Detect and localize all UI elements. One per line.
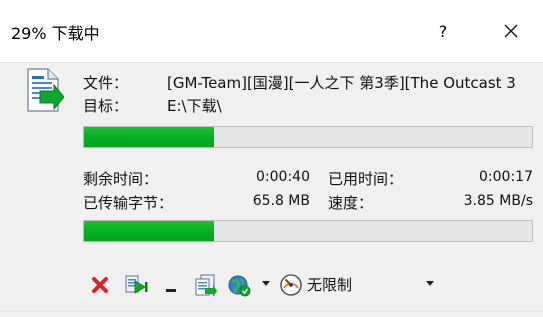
file-progress-bar — [83, 126, 533, 148]
transferred-value: 65.8 MB — [252, 193, 310, 209]
remaining-time-value: 0:00:40 — [256, 169, 310, 185]
speed-value: 3.85 MB/s — [463, 193, 533, 209]
speedometer-icon — [280, 274, 302, 296]
title-bar: 29% 下载中 ? — [0, 0, 543, 62]
overall-progress-fill — [84, 221, 214, 241]
browser-dropdown-arrow[interactable] — [262, 281, 270, 286]
help-button[interactable]: ? — [426, 14, 460, 48]
transferred-label: 已传输字节： — [83, 194, 174, 212]
cancel-button[interactable] — [88, 271, 112, 299]
cancel-icon — [92, 277, 108, 293]
speed-limit-dropdown-arrow[interactable] — [426, 281, 434, 286]
speed-limit-button[interactable] — [278, 271, 304, 299]
elapsed-time-label: 已用时间： — [328, 170, 404, 188]
speed-limit-label[interactable]: 无限制 — [307, 274, 352, 295]
browser-icon — [228, 275, 251, 297]
bottom-divider — [0, 311, 543, 312]
file-progress-fill — [84, 127, 214, 147]
remaining-time-label: 剩余时间： — [83, 170, 159, 188]
minimize-icon — [166, 289, 176, 292]
minimize-button[interactable] — [160, 271, 182, 299]
play-icon — [125, 275, 148, 294]
open-in-browser-button[interactable] — [226, 271, 252, 299]
window-title: 29% 下载中 — [11, 24, 100, 43]
file-name: [GM-Team][国漫][一人之下 第3季][The Outcast 3 — [167, 74, 516, 92]
copy-link-button[interactable] — [192, 271, 218, 299]
file-label: 文件： — [83, 74, 129, 92]
speed-label: 速度： — [328, 194, 374, 212]
overall-progress-bar — [83, 220, 533, 242]
target-label: 目标： — [83, 97, 129, 115]
close-button[interactable] — [493, 14, 529, 48]
file-download-icon — [20, 67, 65, 115]
elapsed-time-value: 0:00:17 — [479, 169, 533, 185]
dialog-body: 文件： [GM-Team][国漫][一人之下 第3季][The Outcast … — [0, 62, 543, 317]
target-path: E:\下载\ — [167, 97, 222, 115]
close-x-icon — [504, 24, 518, 38]
copy-icon — [195, 274, 217, 297]
pause-resume-button[interactable] — [123, 271, 151, 299]
